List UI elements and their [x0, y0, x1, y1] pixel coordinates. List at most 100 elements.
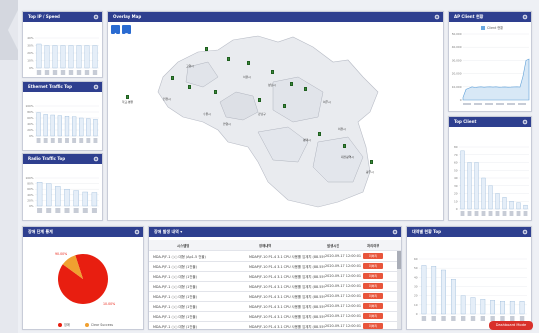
bar[interactable] [72, 116, 77, 137]
bar[interactable] [92, 45, 98, 69]
bar[interactable] [76, 45, 82, 69]
map-pin[interactable] [370, 160, 373, 164]
cell-system: MDA-P/F-1 ○○ 대형 (Ap1-5 건물) [153, 255, 206, 259]
map-pin[interactable] [318, 132, 321, 136]
bar[interactable] [93, 119, 98, 137]
panel-ap-client: AP Client 현황 Client 현황 50,000 40,000 30,00… [448, 11, 532, 112]
bar[interactable] [82, 191, 88, 207]
map-pin[interactable] [304, 87, 307, 91]
gear-icon[interactable] [93, 156, 99, 162]
bar[interactable] [68, 45, 74, 69]
bar[interactable] [474, 162, 479, 210]
status-button[interactable]: 미처리 [363, 303, 383, 309]
bar[interactable] [502, 197, 507, 210]
gear-icon[interactable] [522, 14, 528, 20]
gear-icon[interactable] [93, 14, 99, 20]
bar[interactable] [441, 269, 446, 315]
bar[interactable] [55, 186, 61, 207]
bar[interactable] [500, 301, 505, 315]
dashboard-mode-button[interactable]: Dashboard Mode [489, 321, 533, 330]
tick-label: 50 [414, 266, 418, 270]
bar[interactable] [44, 45, 50, 69]
gear-icon[interactable] [134, 229, 140, 235]
bar[interactable] [481, 177, 486, 210]
bar[interactable] [470, 297, 476, 315]
map-pin[interactable] [214, 90, 217, 94]
map-pin[interactable] [227, 57, 230, 61]
tick-label: 40% [27, 122, 34, 126]
bar[interactable] [495, 193, 500, 210]
map-pin[interactable] [290, 82, 293, 86]
bar[interactable] [86, 118, 91, 137]
gear-icon[interactable] [392, 229, 398, 235]
map-pin[interactable] [188, 85, 191, 89]
bar[interactable] [421, 265, 427, 315]
region-map[interactable] [108, 22, 444, 221]
bar[interactable] [509, 201, 514, 210]
side-decoration [0, 0, 18, 333]
bar[interactable] [91, 192, 98, 207]
table-row[interactable]: MDA-P/F-1 ○○ 대형 (1건물) MDAP/F-10 P1-4 3.1 … [149, 321, 401, 329]
bar[interactable] [52, 45, 58, 69]
bar[interactable] [460, 295, 466, 315]
gear-icon[interactable] [93, 84, 99, 90]
tick-label: 60% [27, 187, 34, 191]
tick-label: 20% [27, 128, 34, 132]
bar[interactable] [523, 204, 528, 210]
cell-message: MDAP/F-10 P1-4 3.1 CPU 사용률 임계치 (88.55%) [249, 255, 325, 259]
bar[interactable] [79, 117, 84, 137]
status-button[interactable]: 미처리 [363, 273, 383, 279]
map-pin[interactable] [247, 61, 250, 65]
status-button[interactable]: 미처리 [363, 293, 383, 299]
x-tick-label [518, 103, 526, 105]
bar[interactable] [50, 114, 55, 137]
bar[interactable] [451, 279, 456, 315]
gear-icon[interactable] [522, 229, 528, 235]
bar[interactable] [488, 185, 493, 210]
gear-icon[interactable] [522, 119, 528, 125]
x-tick-label [44, 70, 50, 75]
bar[interactable] [64, 189, 70, 207]
x-tick-label [421, 316, 427, 321]
bar[interactable] [73, 190, 79, 207]
bar[interactable] [490, 300, 495, 315]
gear-icon[interactable] [434, 14, 440, 20]
bar[interactable] [36, 182, 43, 207]
map-pin[interactable] [205, 47, 208, 51]
panel-title: Overlay Map [108, 12, 443, 22]
map-pin[interactable] [258, 98, 261, 102]
scrollbar[interactable] [397, 251, 401, 329]
bar[interactable] [519, 301, 525, 315]
status-button[interactable]: 미처리 [363, 323, 383, 329]
area-series[interactable] [462, 58, 530, 101]
map-pin[interactable] [126, 95, 129, 99]
map-pin[interactable] [171, 76, 174, 80]
bar[interactable] [516, 202, 521, 210]
status-button[interactable]: 미처리 [363, 263, 383, 269]
map-pin[interactable] [343, 144, 346, 148]
bar[interactable] [509, 301, 515, 315]
bar[interactable] [43, 114, 48, 137]
tick-label: 20 [454, 192, 458, 196]
tick-label: 80% [27, 110, 34, 114]
bar[interactable] [480, 299, 486, 315]
tick-label: 40% [27, 36, 34, 40]
map-pin[interactable] [283, 104, 286, 108]
status-button[interactable]: 미처리 [363, 313, 383, 319]
map-pin[interactable] [271, 70, 274, 74]
bar[interactable] [467, 162, 472, 210]
status-button[interactable]: 미처리 [363, 283, 383, 289]
bar[interactable] [36, 112, 41, 137]
x-tick-label [50, 138, 55, 143]
bar[interactable] [46, 183, 52, 207]
bar[interactable] [60, 45, 66, 69]
status-button[interactable]: 미처리 [363, 253, 383, 259]
bar[interactable] [36, 43, 42, 69]
bar[interactable] [84, 45, 90, 69]
bar[interactable] [64, 116, 70, 137]
bar[interactable] [57, 115, 62, 137]
cell-time: 2020-09-17 12:00:01 [325, 274, 362, 278]
bar[interactable] [460, 150, 465, 210]
scrollbar-thumb[interactable] [397, 251, 401, 269]
bar[interactable] [431, 266, 437, 315]
